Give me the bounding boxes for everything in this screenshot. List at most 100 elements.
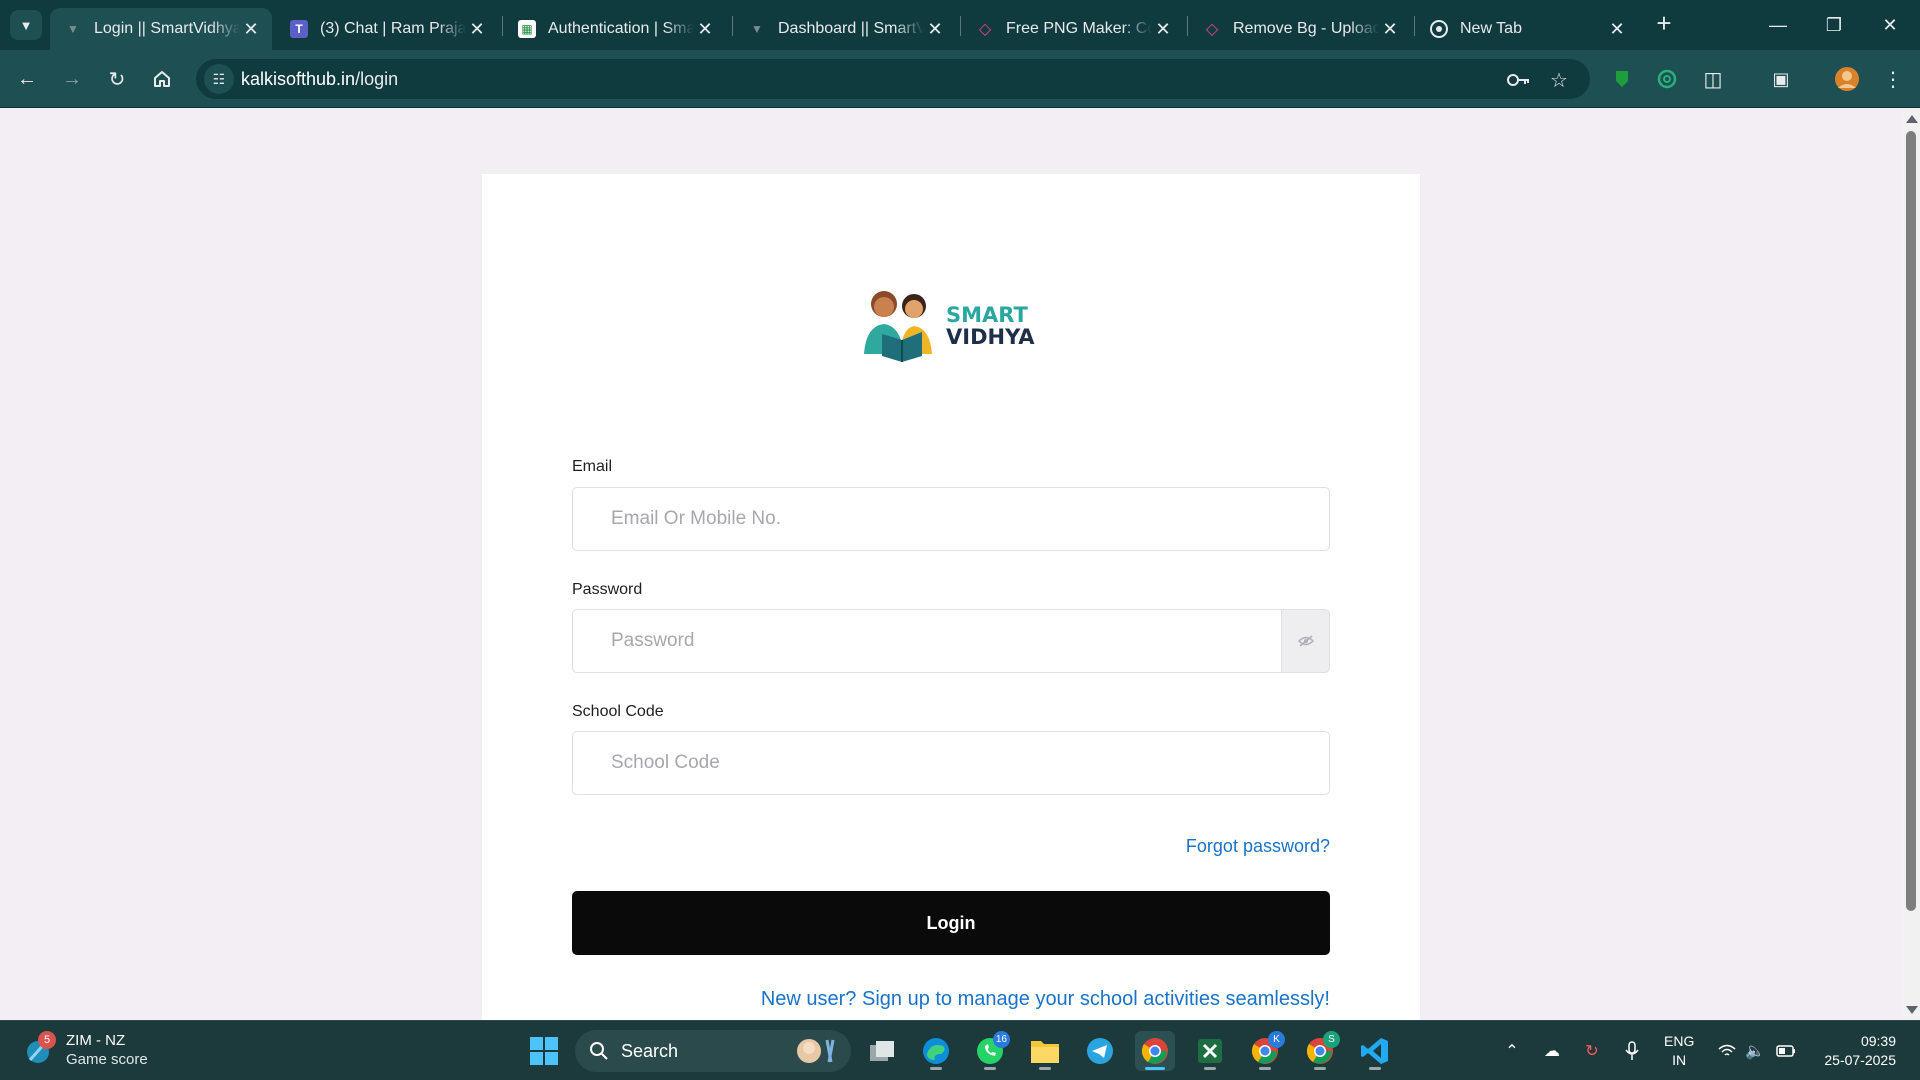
search-icon <box>590 1042 608 1060</box>
wifi-icon[interactable] <box>1716 1021 1738 1080</box>
tab-separator <box>960 16 961 36</box>
screenshot-icon[interactable]: ▣ <box>1766 64 1796 94</box>
chatgpt-icon[interactable] <box>1652 64 1682 94</box>
extensions-puzzle-icon[interactable]: ◫ <box>1698 64 1728 94</box>
input-language-indicator[interactable]: ENG IN <box>1664 1032 1694 1070</box>
scroll-down-arrow-icon[interactable] <box>1906 1006 1918 1014</box>
smartvidhya-logo: SMART VIDHYA <box>856 264 1046 384</box>
excel-icon[interactable] <box>1190 1031 1230 1071</box>
chrome-profile-k-icon[interactable]: K <box>1245 1031 1285 1071</box>
task-view-icon[interactable] <box>862 1031 902 1071</box>
forward-arrow-icon[interactable]: → <box>55 62 89 96</box>
smartvidhya-favicon-icon: ▼ <box>67 22 79 36</box>
running-indicator <box>1204 1067 1216 1070</box>
url-host: kalkisofthub.in <box>241 69 356 89</box>
restore-icon[interactable]: ❐ <box>1806 0 1862 50</box>
edge-icon[interactable] <box>916 1031 956 1071</box>
running-indicator <box>1145 1067 1165 1070</box>
forgot-password-link[interactable]: Forgot password? <box>1186 836 1330 857</box>
tab-strip: ▼ ▼ Login || SmartVidhya ✕ T (3) Chat | … <box>0 0 1920 50</box>
site-info-icon[interactable]: ☷ <box>204 64 234 94</box>
address-bar[interactable]: ☷ kalkisofthub.in/login ☆ <box>196 59 1590 99</box>
profile-badge: S <box>1323 1031 1340 1048</box>
extension-green-icon[interactable] <box>1607 64 1637 94</box>
toggle-password-button[interactable] <box>1282 609 1330 673</box>
window-close-icon[interactable]: ✕ <box>1862 0 1918 50</box>
taskbar-search[interactable]: Search <box>575 1030 851 1072</box>
tab-login[interactable]: ▼ Login || SmartVidhya ✕ <box>50 8 272 50</box>
email-field-wrapper <box>572 487 1330 551</box>
whatsapp-icon[interactable]: 16 <box>970 1031 1010 1071</box>
windows-logo-icon <box>530 1037 558 1065</box>
scroll-up-arrow-icon[interactable] <box>1906 115 1918 123</box>
docs-icon: ▦ <box>518 20 536 38</box>
tab-remove-bg[interactable]: ◇ Remove Bg - Upload ✕ <box>1189 8 1411 50</box>
tab-separator <box>1187 16 1188 36</box>
telegram-icon[interactable] <box>1080 1031 1120 1071</box>
running-indicator <box>930 1067 942 1070</box>
whatsapp-badge: 16 <box>992 1031 1010 1048</box>
scroll-thumb[interactable] <box>1906 131 1916 911</box>
password-key-icon[interactable] <box>1506 67 1532 93</box>
close-tab-icon[interactable]: ✕ <box>1152 19 1174 40</box>
page-viewport: SMART VIDHYA Email Password School Code … <box>0 109 1902 1020</box>
profile-badge: K <box>1268 1031 1285 1048</box>
tab-authentication[interactable]: ▦ Authentication | SmartVidhya ✕ <box>504 8 726 50</box>
login-button[interactable]: Login <box>572 891 1330 955</box>
system-clock[interactable]: 09:39 25-07-2025 <box>1812 1032 1896 1070</box>
school-code-label: School Code <box>572 703 664 720</box>
school-code-field[interactable] <box>573 732 1329 794</box>
close-tab-icon[interactable]: ✕ <box>1606 19 1628 40</box>
onedrive-icon[interactable]: ☁ <box>1540 1021 1564 1080</box>
volume-icon[interactable]: 🔈 <box>1744 1021 1766 1080</box>
widget-subtitle: Game score <box>66 1051 148 1068</box>
kids-reading-icon <box>864 291 932 362</box>
vscode-icon[interactable] <box>1355 1031 1395 1071</box>
close-tab-icon[interactable]: ✕ <box>240 19 262 40</box>
password-label: Password <box>572 581 643 598</box>
clock-time: 09:39 <box>1860 1033 1896 1049</box>
running-indicator <box>1039 1067 1051 1070</box>
tab-png-maker[interactable]: ◇ Free PNG Maker: Convert ✕ <box>962 8 1184 50</box>
email-field[interactable] <box>573 488 1329 550</box>
signup-link[interactable]: New user? Sign up to manage your school … <box>761 988 1330 1011</box>
close-tab-icon[interactable]: ✕ <box>924 19 946 40</box>
search-label: Search <box>621 1040 679 1061</box>
browser-toolbar: ← → ↻ ☷ kalkisofthub.in/login ☆ ◫ ▣ ⋮ <box>0 50 1920 108</box>
more-menu-icon[interactable]: ⋮ <box>1878 64 1908 94</box>
url-text[interactable]: kalkisofthub.in/login <box>241 69 398 90</box>
minimize-icon[interactable]: — <box>1750 0 1806 50</box>
chrome-taskbar-icon[interactable] <box>1135 1031 1175 1071</box>
sync-icon[interactable]: ↻ <box>1580 1021 1604 1080</box>
tab-search-button[interactable]: ▼ <box>10 10 42 40</box>
tab-title: New Tab <box>1460 20 1522 37</box>
home-icon[interactable] <box>145 62 179 96</box>
close-tab-icon[interactable]: ✕ <box>466 19 488 40</box>
back-arrow-icon[interactable]: ← <box>10 62 44 96</box>
page-scrollbar[interactable] <box>1902 109 1920 1020</box>
file-explorer-icon[interactable] <box>1025 1031 1065 1071</box>
password-field[interactable] <box>573 610 1281 672</box>
tab-title: (3) Chat | Ram Prajapati <box>320 20 466 37</box>
tab-dashboard[interactable]: ▼ Dashboard || SmartVidhya ✕ <box>734 8 956 50</box>
password-field-wrapper <box>572 609 1282 673</box>
tab-new-tab[interactable]: New Tab ✕ <box>1416 8 1638 50</box>
weather-widget[interactable]: 5 ZIM - NZ Game score <box>24 1031 148 1069</box>
microphone-icon[interactable] <box>1620 1021 1644 1080</box>
avatar[interactable] <box>1832 64 1862 94</box>
png-maker-icon: ◇ <box>978 21 992 38</box>
bookmark-star-icon[interactable]: ☆ <box>1546 67 1572 93</box>
smartvidhya-favicon-icon: ▼ <box>751 22 763 36</box>
tab-chat[interactable]: T (3) Chat | Ram Prajapati ✕ <box>276 8 498 50</box>
battery-icon[interactable] <box>1774 1021 1798 1080</box>
close-tab-icon[interactable]: ✕ <box>1379 19 1401 40</box>
start-button[interactable] <box>524 1031 564 1071</box>
new-tab-plus-icon[interactable]: + <box>1650 10 1678 38</box>
chrome-profile-s-icon[interactable]: S <box>1300 1031 1340 1071</box>
close-tab-icon[interactable]: ✕ <box>694 19 716 40</box>
show-hidden-icons-chevron-icon[interactable]: ⌃ <box>1500 1021 1524 1080</box>
cricket-widget-icon: 5 <box>24 1031 56 1066</box>
region-line: IN <box>1672 1052 1687 1068</box>
running-indicator <box>1259 1067 1271 1070</box>
reload-icon[interactable]: ↻ <box>100 62 134 96</box>
